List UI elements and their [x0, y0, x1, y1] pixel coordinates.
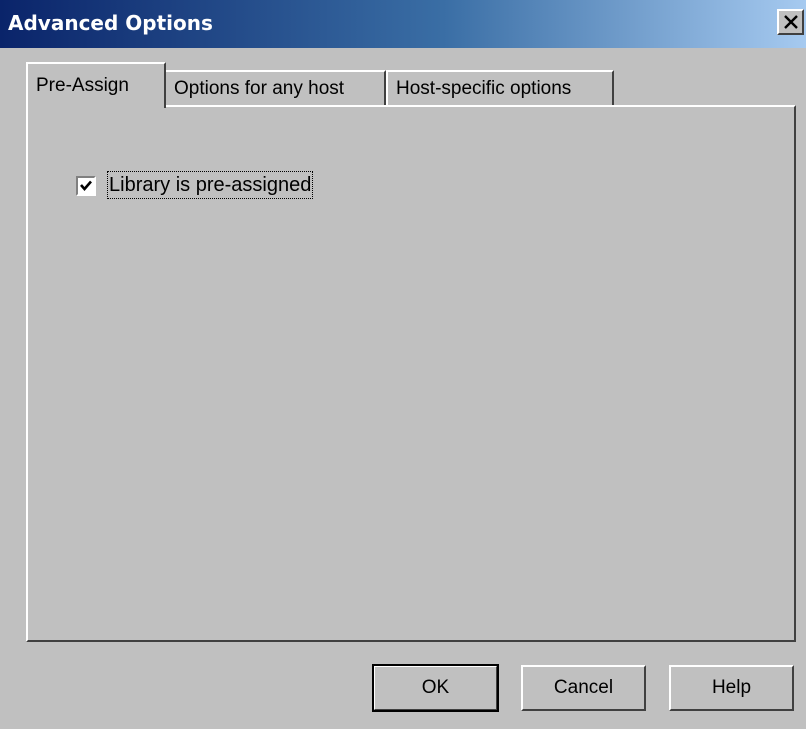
tab-pre-assign[interactable]: Pre-Assign	[26, 62, 166, 108]
ok-button[interactable]: OK	[372, 664, 499, 712]
help-button[interactable]: Help	[669, 665, 794, 711]
close-button[interactable]	[777, 9, 804, 35]
pre-assigned-checkbox[interactable]	[76, 176, 96, 196]
title-bar[interactable]: Advanced Options	[0, 0, 806, 48]
window-title: Advanced Options	[8, 11, 213, 35]
cancel-button[interactable]: Cancel	[521, 665, 646, 711]
close-icon	[784, 15, 798, 29]
checkmark-icon	[80, 180, 92, 191]
tab-host-specific-options[interactable]: Host-specific options	[386, 70, 614, 106]
active-tab-join	[28, 104, 164, 108]
tab-options-for-any-host[interactable]: Options for any host	[164, 70, 386, 106]
pre-assigned-label[interactable]: Library is pre-assigned	[106, 171, 314, 199]
advanced-options-dialog: Advanced Options Pre-Assign Options for …	[0, 0, 806, 729]
